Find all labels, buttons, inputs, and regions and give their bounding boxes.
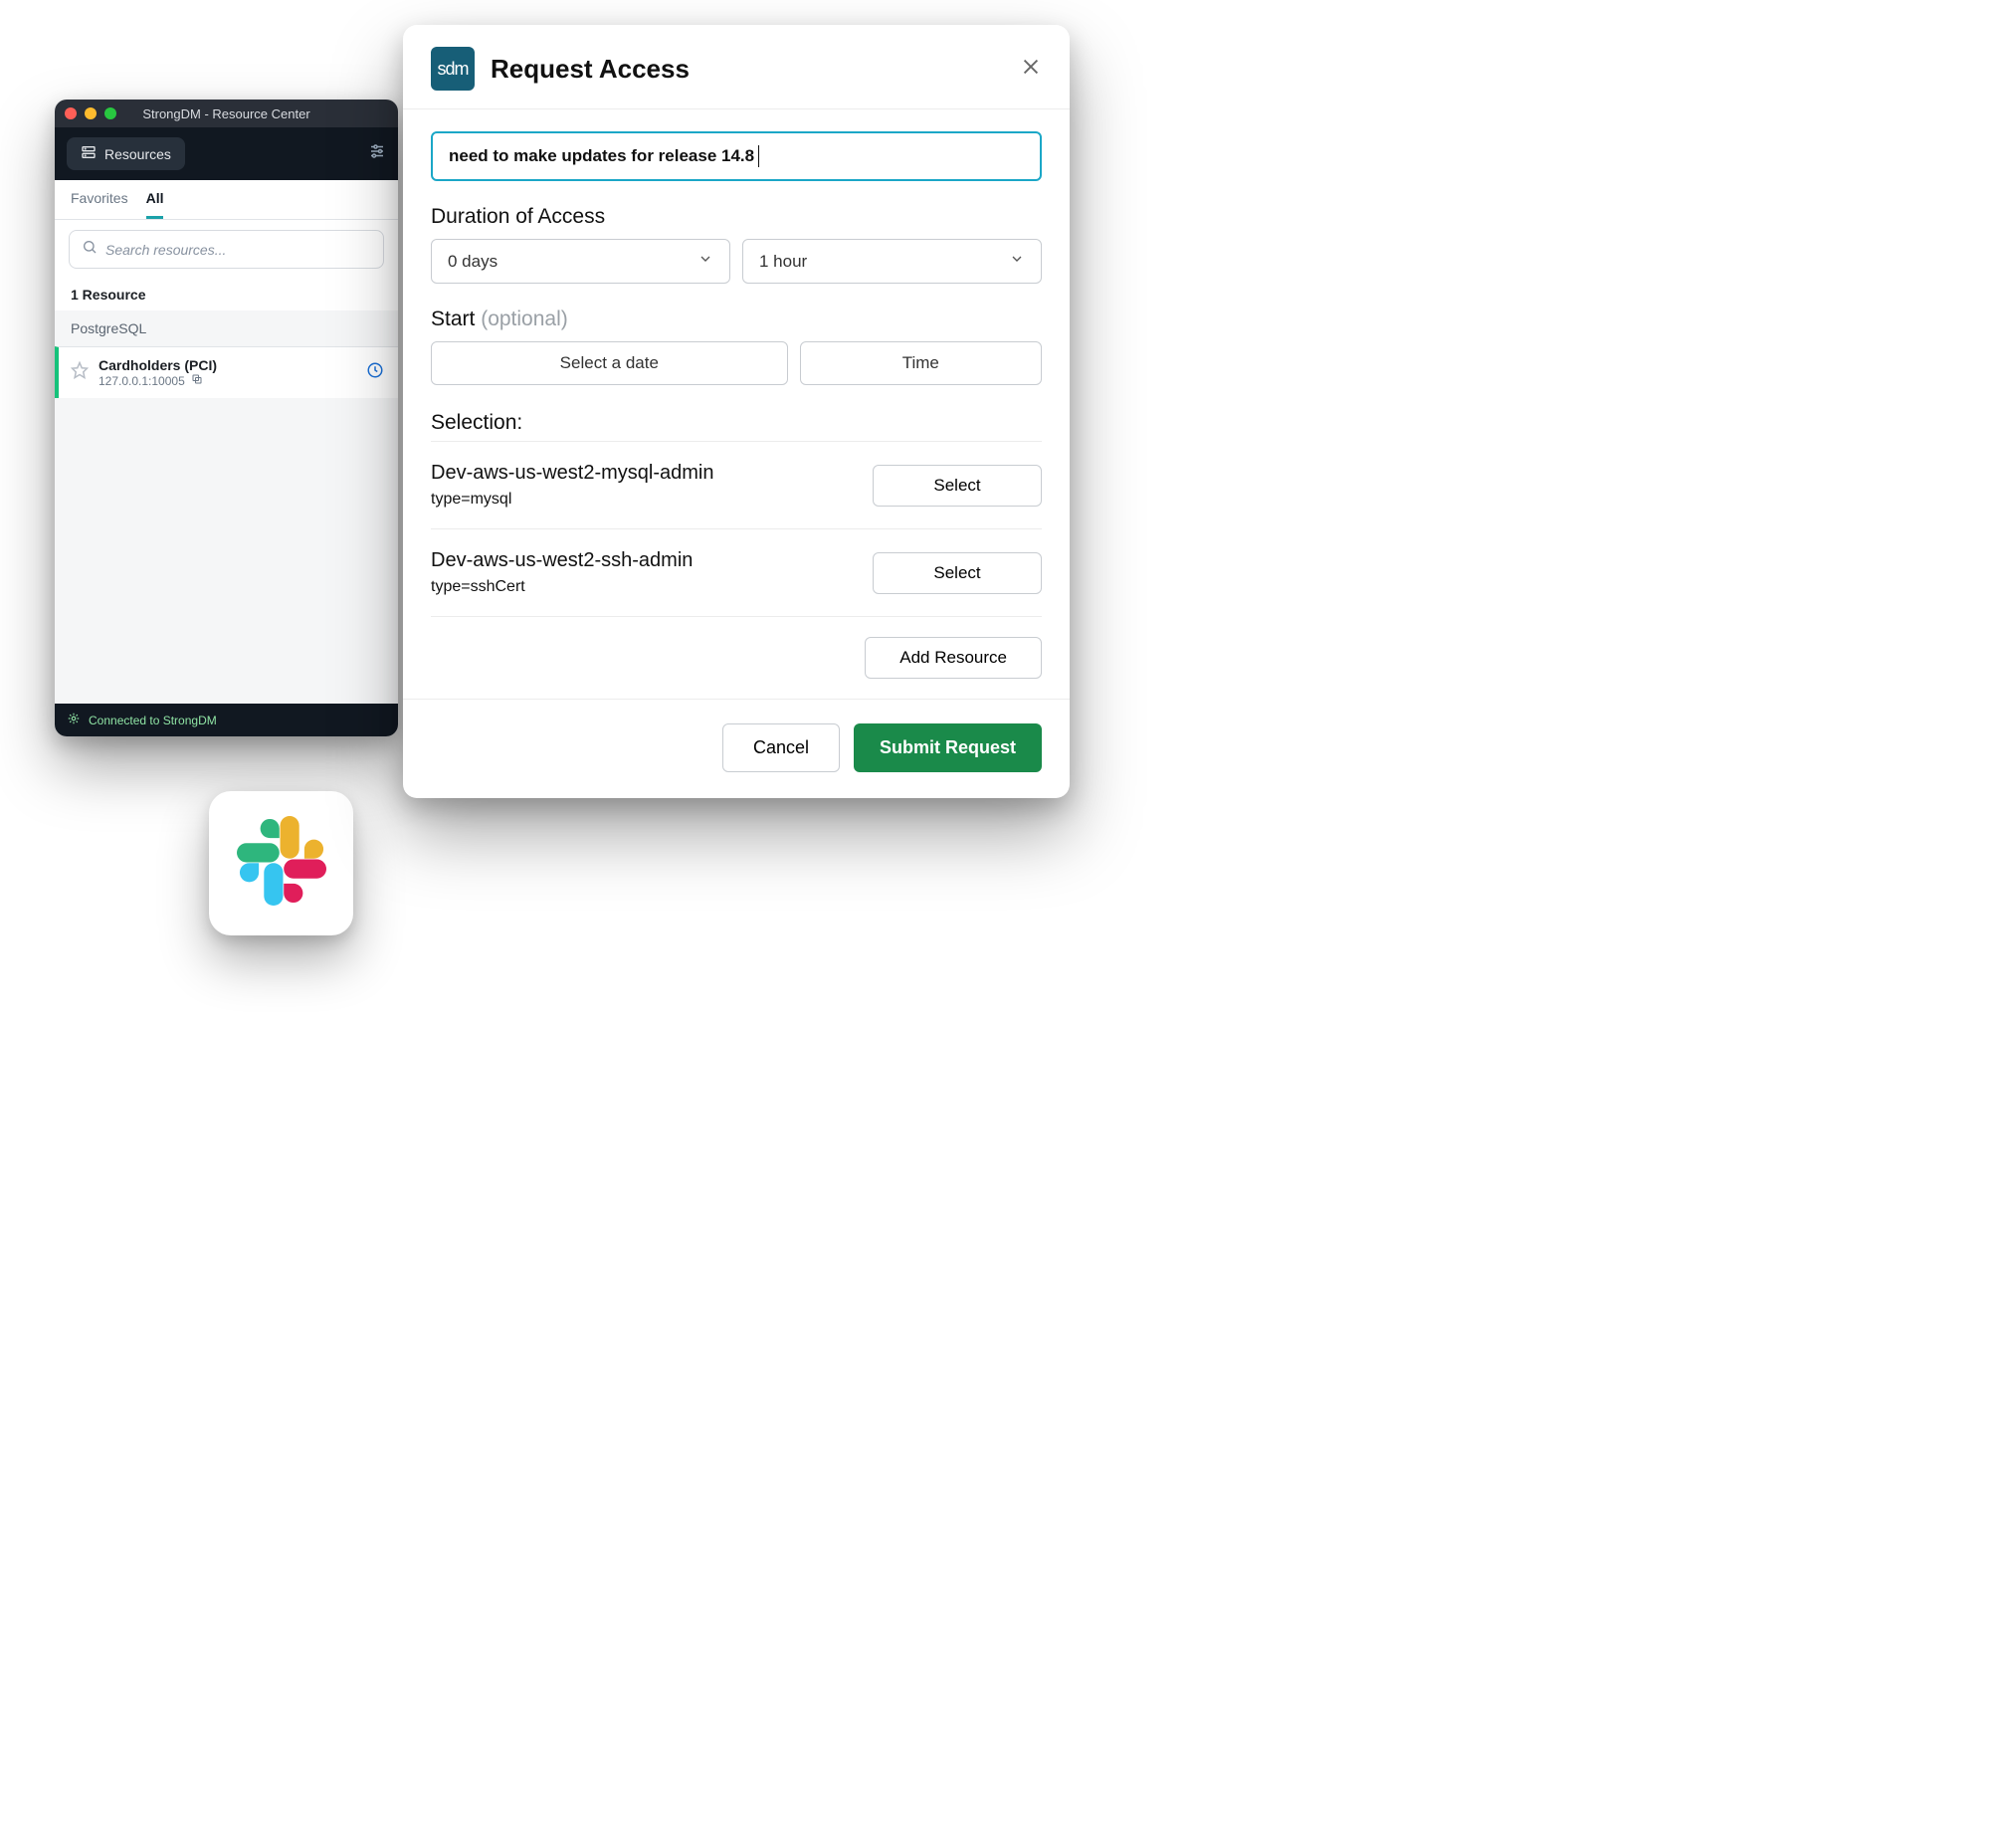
search-input[interactable]	[105, 242, 371, 258]
slack-icon	[237, 816, 326, 911]
modal-header: sdm Request Access	[403, 25, 1070, 109]
start-date-input[interactable]: Select a date	[431, 341, 788, 385]
copy-icon[interactable]	[191, 373, 203, 388]
tab-favorites[interactable]: Favorites	[71, 190, 128, 219]
window-titlebar: StrongDM - Resource Center	[55, 100, 398, 127]
duration-days-value: 0 days	[448, 252, 498, 272]
resource-item-address: 127.0.0.1:10005	[99, 373, 356, 388]
rc-empty-area	[55, 398, 398, 704]
resource-item-address-text: 127.0.0.1:10005	[99, 374, 185, 388]
modal-title: Request Access	[491, 54, 1004, 85]
minimize-window-icon[interactable]	[85, 107, 97, 119]
resource-item-name: Cardholders (PCI)	[99, 357, 356, 373]
chevron-down-icon	[1009, 251, 1025, 272]
group-label: PostgreSQL	[55, 310, 398, 346]
clock-icon[interactable]	[366, 361, 384, 384]
rc-toolbar: Resources	[55, 127, 398, 180]
traffic-lights	[65, 107, 116, 119]
star-icon[interactable]	[71, 361, 89, 384]
maximize-window-icon[interactable]	[104, 107, 116, 119]
start-label: Start (optional)	[431, 308, 1042, 331]
add-resource-row: Add Resource	[431, 616, 1042, 699]
server-icon	[81, 144, 97, 163]
start-optional-text: (optional)	[481, 308, 568, 330]
start-label-text: Start	[431, 308, 475, 330]
select-button[interactable]: Select	[873, 552, 1042, 594]
sdm-logo: sdm	[431, 47, 475, 91]
modal-body: need to make updates for release 14.8 Du…	[403, 109, 1070, 699]
connection-status: Connected to StrongDM	[55, 704, 398, 736]
resource-center-window: StrongDM - Resource Center Resources Fav…	[55, 100, 398, 736]
select-button[interactable]: Select	[873, 465, 1042, 507]
submit-request-button[interactable]: Submit Request	[854, 723, 1042, 772]
selection-row: Dev-aws-us-west2-ssh-admin type=sshCert …	[431, 528, 1042, 616]
start-time-input[interactable]: Time	[800, 341, 1042, 385]
resource-count: 1 Resource	[55, 279, 398, 310]
search-input-wrapper[interactable]	[69, 230, 384, 269]
selection-type: type=mysql	[431, 491, 857, 509]
selection-heading: Selection:	[431, 411, 1042, 435]
reason-input[interactable]: need to make updates for release 14.8	[431, 131, 1042, 181]
duration-label: Duration of Access	[431, 205, 1042, 229]
request-access-modal: sdm Request Access need to make updates …	[403, 25, 1070, 798]
modal-footer: Cancel Submit Request	[403, 699, 1070, 772]
selection-type: type=sshCert	[431, 578, 857, 596]
reason-input-value: need to make updates for release 14.8	[449, 146, 754, 166]
slack-app-tile[interactable]	[209, 791, 353, 935]
text-cursor	[758, 145, 759, 167]
tab-all[interactable]: All	[146, 190, 164, 219]
filter-icon[interactable]	[368, 142, 386, 165]
selection-row: Dev-aws-us-west2-mysql-admin type=mysql …	[431, 441, 1042, 528]
selection-name: Dev-aws-us-west2-mysql-admin	[431, 462, 857, 485]
duration-hours-select[interactable]: 1 hour	[742, 239, 1042, 284]
duration-hours-value: 1 hour	[759, 252, 807, 272]
resources-tab[interactable]: Resources	[67, 137, 185, 170]
close-window-icon[interactable]	[65, 107, 77, 119]
rc-subtabs: Favorites All	[55, 180, 398, 220]
search-row	[55, 220, 398, 279]
connected-icon	[67, 712, 81, 728]
close-icon[interactable]	[1020, 56, 1042, 83]
resource-item-body: Cardholders (PCI) 127.0.0.1:10005	[99, 357, 356, 388]
selection-name: Dev-aws-us-west2-ssh-admin	[431, 549, 857, 572]
chevron-down-icon	[697, 251, 713, 272]
cancel-button[interactable]: Cancel	[722, 723, 840, 772]
search-icon	[82, 239, 98, 260]
add-resource-button[interactable]: Add Resource	[865, 637, 1042, 679]
duration-days-select[interactable]: 0 days	[431, 239, 730, 284]
resources-tab-label: Resources	[104, 146, 171, 162]
connection-status-text: Connected to StrongDM	[89, 714, 217, 727]
resource-item[interactable]: Cardholders (PCI) 127.0.0.1:10005	[55, 346, 398, 398]
